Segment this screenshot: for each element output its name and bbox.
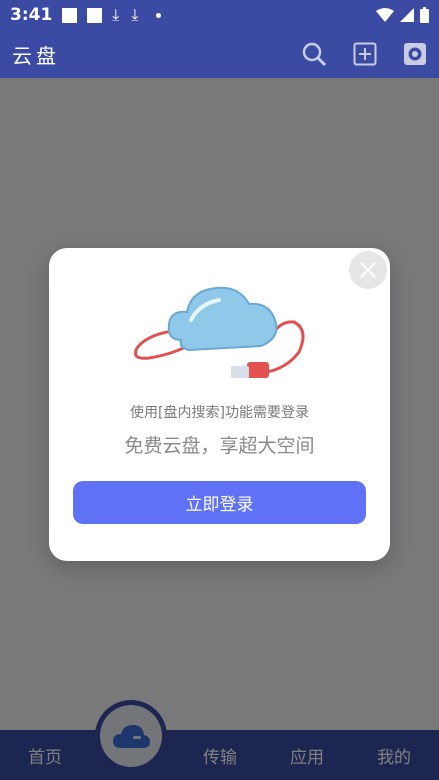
status-bar: 3:41 ⤓ ⤓ (0, 0, 439, 30)
app-bar: 云盘 (0, 30, 439, 78)
dialog-message-small: 使用[盘内搜索]功能需要登录 (130, 405, 309, 421)
app-title: 云盘 (12, 43, 60, 68)
login-button[interactable]: 立即登录 (73, 481, 366, 524)
add-icon[interactable] (353, 42, 377, 66)
notification-icon (87, 7, 103, 23)
login-dialog: 使用[盘内搜索]功能需要登录 免费云盘，享超大空间 立即登录 (49, 248, 390, 561)
status-time: 3:41 (10, 5, 53, 25)
download-icon: ⤓ (131, 5, 139, 24)
settings-icon[interactable] (403, 42, 427, 66)
battery-icon (420, 7, 429, 23)
download-icon: ⤓ (112, 5, 120, 24)
dialog-message-large: 免费云盘，享超大空间 (124, 435, 315, 457)
notification-icon (62, 7, 78, 23)
wifi-icon (376, 8, 394, 22)
cloud-cable-illustration (134, 286, 305, 378)
close-button[interactable] (349, 251, 387, 289)
search-icon[interactable] (301, 41, 327, 67)
more-notifications-icon (156, 12, 162, 18)
signal-icon (400, 8, 414, 22)
close-icon (360, 262, 376, 278)
